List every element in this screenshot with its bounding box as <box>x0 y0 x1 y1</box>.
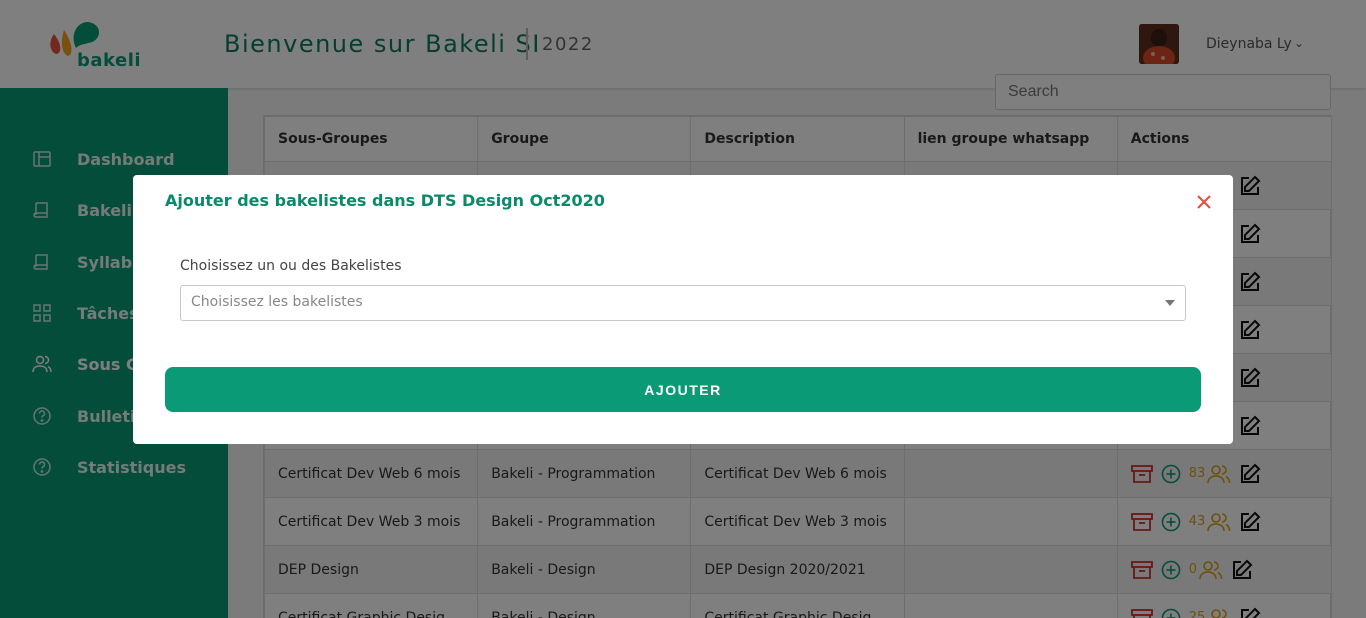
bakelistes-select[interactable]: Choisissez les bakelistes <box>180 285 1186 321</box>
select-placeholder: Choisissez les bakelistes <box>191 294 363 310</box>
ajouter-button[interactable]: AJOUTER <box>165 367 1201 412</box>
bakelistes-field-label: Choisissez un ou des Bakelistes <box>180 258 402 274</box>
modal-title: Ajouter des bakelistes dans DTS Design O… <box>165 191 605 210</box>
close-icon[interactable] <box>1195 193 1213 211</box>
add-bakelistes-modal: Ajouter des bakelistes dans DTS Design O… <box>133 175 1233 444</box>
caret-down-icon[interactable] <box>1165 300 1175 306</box>
